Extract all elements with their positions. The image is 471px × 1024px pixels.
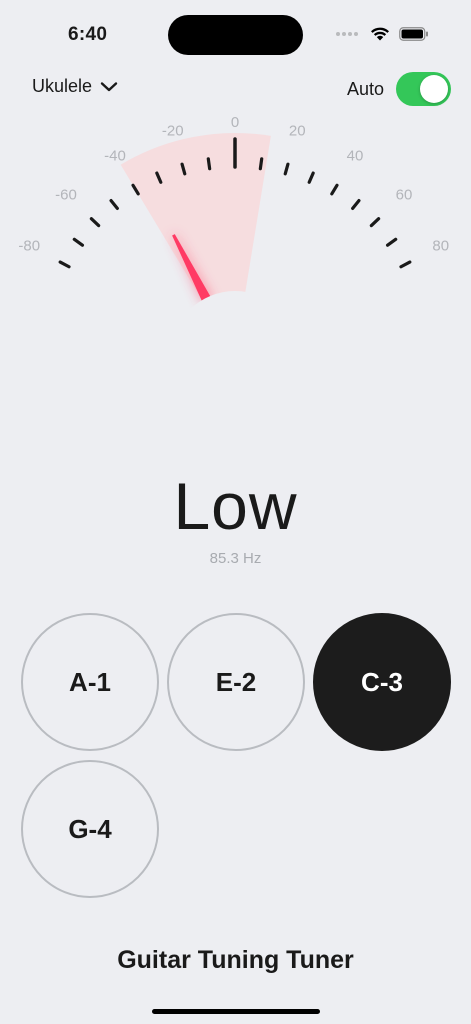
gauge-scale-label: 60 xyxy=(396,187,413,204)
gauge-tick xyxy=(351,198,361,210)
gauge-tick xyxy=(369,217,381,228)
gauge-scale-label: -80 xyxy=(18,238,40,255)
gauge-tick xyxy=(330,183,339,196)
gauge-scale-label: -60 xyxy=(55,187,77,204)
gauge-tick xyxy=(258,157,264,171)
frequency-readout: 85.3 Hz xyxy=(209,550,262,567)
string-button-c3[interactable]: C-3 xyxy=(313,613,451,751)
gauge-scale-label: -40 xyxy=(104,147,126,164)
gauge-tick xyxy=(206,157,212,171)
string-button-e2[interactable]: E-2 xyxy=(167,613,305,751)
home-indicator xyxy=(152,1009,320,1014)
string-button-g4[interactable]: G-4 xyxy=(21,760,159,898)
gauge-scale-label: -20 xyxy=(162,122,184,139)
string-button-a1[interactable]: A-1 xyxy=(21,613,159,751)
gauge-tick xyxy=(385,237,398,247)
gauge-tick xyxy=(109,198,119,210)
gauge-scale-label: 0 xyxy=(231,114,239,131)
gauge-tick xyxy=(307,171,315,184)
gauge-tick xyxy=(89,217,101,228)
gauge-tick xyxy=(399,260,412,269)
tuning-gauge: -80 -60 -40 -20 0 20 40 60 80 xyxy=(18,114,449,360)
gauge-scale-label: 40 xyxy=(347,147,364,164)
tuning-status: Low xyxy=(173,469,298,543)
gauge-tick xyxy=(58,260,71,269)
gauge-scale-label: 20 xyxy=(289,122,306,139)
app-title: Guitar Tuning Tuner xyxy=(117,946,354,974)
needle-hub xyxy=(171,291,299,360)
gauge-scale-label: 80 xyxy=(432,238,449,255)
gauge-tick xyxy=(283,162,290,176)
gauge-tick xyxy=(72,237,85,247)
